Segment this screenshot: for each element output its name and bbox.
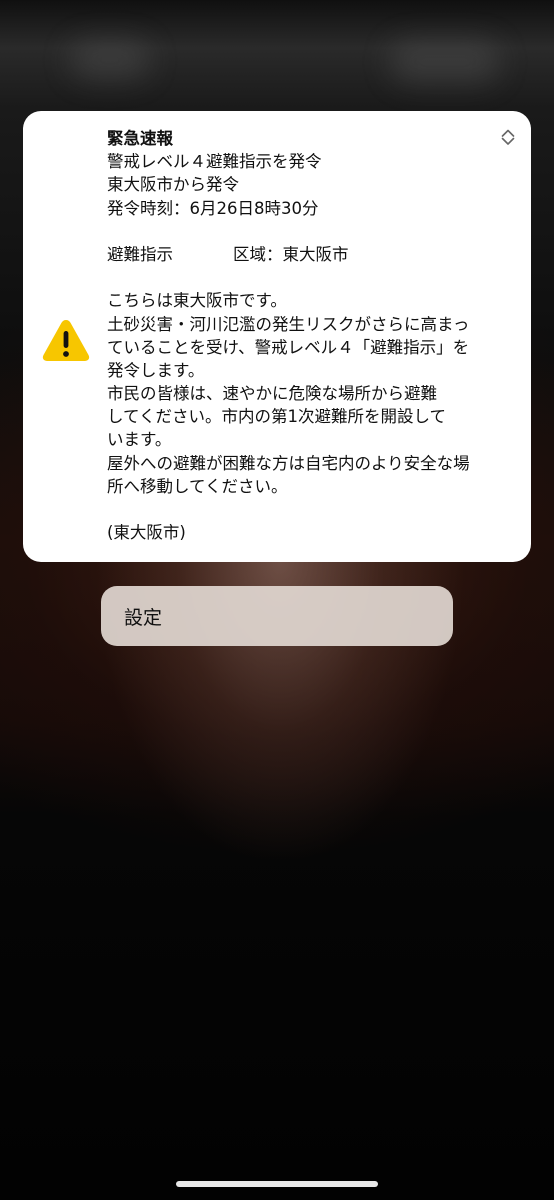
alert-line: 屋外への避難が困難な方は自宅内のより安全な場 [107,453,470,473]
alert-body: 緊急速報 警戒レベル４避難指示を発令 東大阪市から発令 発令時刻：6月26日8時… [107,127,509,544]
alert-line: 所へ移動してください。 [107,476,288,496]
alert-line: います。 [107,430,172,450]
emergency-alert-card[interactable]: 緊急速報 警戒レベル４避難指示を発令 東大阪市から発令 発令時刻：6月26日8時… [23,111,531,562]
alert-area-label: 区域：東大阪市 [233,244,349,264]
blurred-status-left [70,40,150,80]
alert-line: 市民の皆様は、速やかに危険な場所から避難 [107,384,437,404]
collapse-icon[interactable] [499,128,517,146]
blurred-status-right [390,40,500,84]
alert-line: ていることを受け、警戒レベル４「避難指示」を [107,337,470,357]
alert-type-row: 避難指示 区域：東大阪市 [107,243,509,266]
alert-type-label: 避難指示 [107,244,173,264]
alert-title: 緊急速報 [107,129,173,148]
alert-line: 警戒レベル４避難指示を発令 [107,152,322,172]
settings-button[interactable]: 設定 [101,586,453,646]
warning-triangle-icon [42,320,90,361]
alert-line: 発令時刻：6月26日8時30分 [107,198,319,218]
alert-line: 発令します。 [107,360,205,380]
settings-button-label: 設定 [124,606,163,629]
alert-line: してください。市内の第1次避難所を開設して [107,407,447,427]
alert-line: 土砂災害・河川氾濫の発生リスクがさらに高まっ [107,314,470,334]
home-indicator[interactable] [176,1181,378,1187]
alert-line: こちらは東大阪市です。 [107,291,287,311]
alert-line: (東大阪市) [107,523,186,543]
alert-line: 東大阪市から発令 [107,175,239,195]
